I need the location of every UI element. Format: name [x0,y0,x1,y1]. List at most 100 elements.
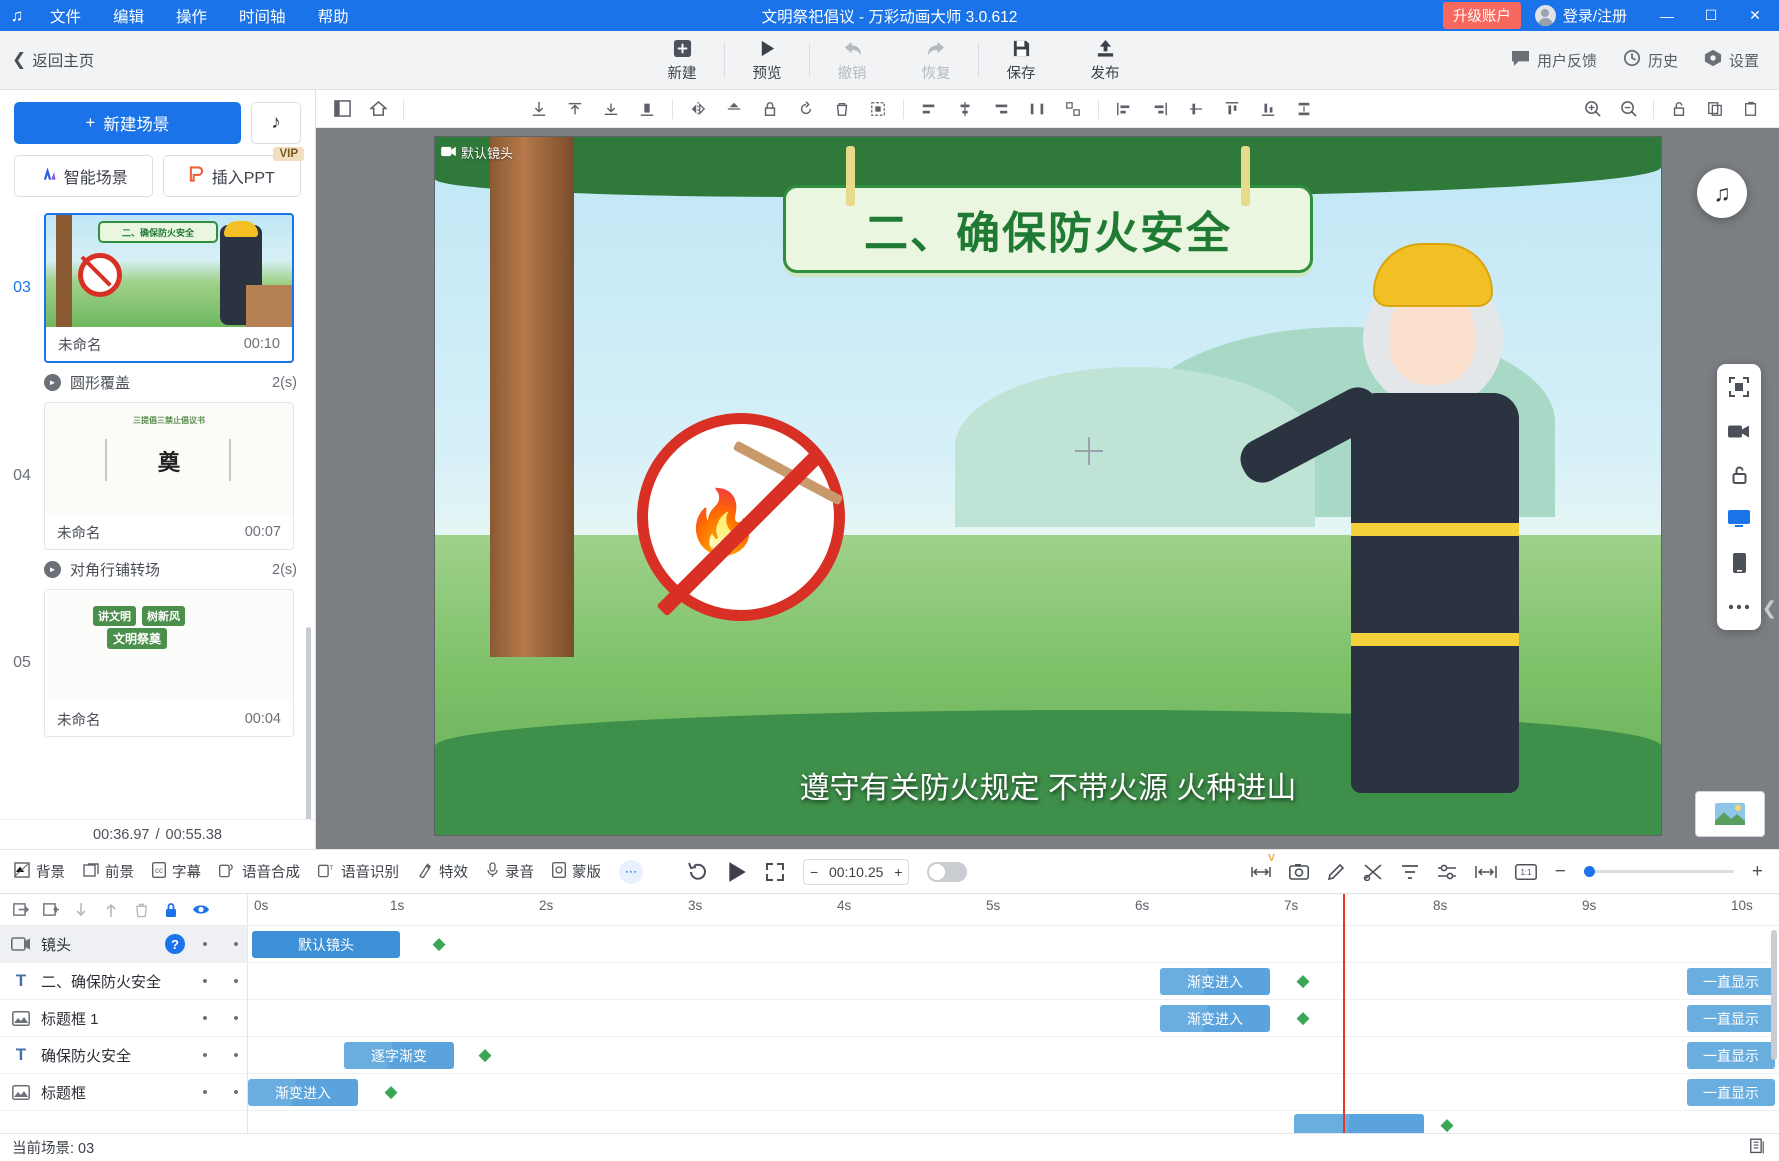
replay-button[interactable] [687,861,709,883]
import-media-icon[interactable] [6,894,36,926]
clip-typewriter-fade[interactable]: 逐字渐变 [344,1042,454,1069]
close-button[interactable]: ✕ [1733,0,1777,31]
account-login-button[interactable]: 登录/注册 [1534,5,1627,26]
align-bottom-edge-icon[interactable] [1250,90,1286,128]
timeline-zoom-in-button[interactable]: + [1752,861,1763,883]
clip-always-show[interactable]: 一直显示 [1687,968,1775,995]
smart-scene-button[interactable]: 智能场景 [14,155,153,197]
align-left-edge-icon[interactable] [1106,90,1142,128]
no-fire-sign[interactable]: 🔥 [637,413,845,621]
lock-open-icon[interactable] [1726,462,1752,488]
clip-fade-in[interactable]: 渐变进入 [1160,1005,1270,1032]
distribute-v-icon[interactable] [1286,90,1322,128]
rotate-icon[interactable] [788,90,824,128]
align-center-v-icon[interactable] [1178,90,1214,128]
align-center-h-icon[interactable] [947,90,983,128]
layer-row-title-text-2[interactable]: T 确保防火安全 • • [0,1037,247,1074]
background-button[interactable]: 背景 [14,861,65,882]
timeline-vertical-scrollbar[interactable] [1771,930,1777,1060]
track-row-title-box-2[interactable]: 渐变进入 ◆ 一直显示 [248,1074,1779,1111]
stage-music-button[interactable]: ♫ [1697,168,1747,218]
upgrade-account-button[interactable]: 升级账户 [1442,2,1521,29]
clip-partial[interactable] [1294,1114,1424,1133]
keyframe-marker[interactable]: ◆ [476,1045,494,1065]
play-button[interactable] [727,861,747,883]
tts-button[interactable]: 语音合成 [218,861,300,882]
fit-width-button[interactable]: V [1251,853,1275,880]
current-time-value[interactable]: 00:10.25 [824,864,888,880]
duplicate-scene-icon[interactable] [1750,1138,1767,1158]
filter-button[interactable] [1401,863,1419,881]
clip-always-show[interactable]: 一直显示 [1687,1005,1775,1032]
layer-visibility-toggle[interactable]: • [225,1047,247,1064]
add-folder-icon[interactable] [36,894,66,926]
scene-list[interactable]: 03 二、确保防火安全 未命名 00:10 ► 圆形覆盖 2(s) 04 三提倡… [0,197,315,819]
lock-icon[interactable] [752,90,788,128]
back-to-home-button[interactable]: ❮ 返回主页 [0,49,94,71]
align-right-icon[interactable] [983,90,1019,128]
lock-ratio-icon[interactable] [1661,90,1697,128]
menu-item-edit[interactable]: 编辑 [97,1,160,31]
loop-toggle[interactable] [927,861,968,882]
subtitle-button[interactable]: cc 字幕 [151,861,201,882]
menu-item-file[interactable]: 文件 [34,1,97,31]
desktop-screen-icon[interactable] [1726,506,1752,532]
one-to-one-button[interactable]: 1:1 [1514,863,1537,880]
maximize-button[interactable]: ☐ [1689,0,1733,31]
layer-visibility-toggle[interactable]: • [225,1010,247,1027]
more-dots-icon[interactable] [1726,594,1752,620]
fullscreen-button[interactable] [765,862,785,882]
align-left-icon[interactable] [911,90,947,128]
timeline-zoom-out-button[interactable]: − [1555,861,1566,883]
clip-default-camera[interactable]: 默认镜头 [252,931,400,958]
foreground-button[interactable]: 前景 [83,861,134,882]
layers-panel-icon[interactable] [324,90,360,128]
keyframe-marker[interactable]: ◆ [1294,1008,1312,1028]
menu-item-help[interactable]: 帮助 [302,1,365,31]
menu-item-timeline[interactable]: 时间轴 [223,1,302,31]
minimize-button[interactable]: — [1645,0,1689,31]
timeline-zoom-slider[interactable] [1583,866,1734,877]
layer-lock-toggle[interactable]: • [194,1047,216,1064]
align-top-edge-icon[interactable] [1214,90,1250,128]
group-icon[interactable] [860,90,896,128]
layer-lock-toggle[interactable]: • [194,973,216,990]
timeline-playhead[interactable] [1343,894,1345,1133]
flip-vertical-icon[interactable] [716,90,752,128]
align-right-edge-icon[interactable] [1142,90,1178,128]
scene-card[interactable]: 二、确保防火安全 未命名 00:10 [44,213,294,363]
scene-card[interactable]: 讲文明 树新风 文明祭奠 未命名 00:04 [44,589,294,737]
layer-visibility-toggle[interactable]: • [225,1084,247,1101]
keyframe-marker[interactable]: ◆ [430,934,448,954]
record-button[interactable]: 录音 [486,861,534,882]
zoom-out-icon[interactable] [1610,90,1646,128]
camera-pan-icon[interactable] [1726,418,1752,444]
save-button[interactable]: 保存 [979,31,1063,90]
home-anchor-icon[interactable] [360,90,396,128]
scene-transition-03[interactable]: ► 圆形覆盖 2(s) [0,363,315,402]
redo-button[interactable]: 恢复 [894,31,978,90]
camera-snapshot-button[interactable] [1288,863,1309,880]
clip-always-show[interactable]: 一直显示 [1687,1042,1775,1069]
insert-ppt-button[interactable]: 插入PPT VIP [162,147,304,197]
banner-title[interactable]: 二、确保防火安全 [783,146,1313,273]
clip-fade-in[interactable]: 渐变进入 [248,1079,358,1106]
slider-knob[interactable] [1583,866,1595,877]
distribute-h-icon[interactable] [1019,90,1055,128]
menu-item-operations[interactable]: 操作 [160,1,223,31]
mini-preview-thumbnail[interactable] [1695,791,1765,837]
track-row-camera[interactable]: 默认镜头 ◆ [248,926,1779,963]
firefighter-character[interactable] [1233,233,1571,793]
speech-recognition-button[interactable]: T 语音识别 [317,861,399,882]
layer-lock-toggle[interactable]: • [194,1010,216,1027]
layer-lock-toggle[interactable]: • [194,936,216,953]
preview-button[interactable]: 预览 [725,31,809,90]
keyframe-marker[interactable]: ◆ [382,1082,400,1102]
scene-item-04[interactable]: 04 三提倡三禁止倡议书 奠 未命名 00:07 [0,402,315,550]
time-increase-button[interactable]: + [894,864,902,880]
align-top-icon[interactable] [557,90,593,128]
new-button[interactable]: 新建 [640,31,724,90]
copy-icon[interactable] [1697,90,1733,128]
layer-visibility-toggle[interactable]: • [225,936,247,953]
zoom-in-icon[interactable] [1574,90,1610,128]
